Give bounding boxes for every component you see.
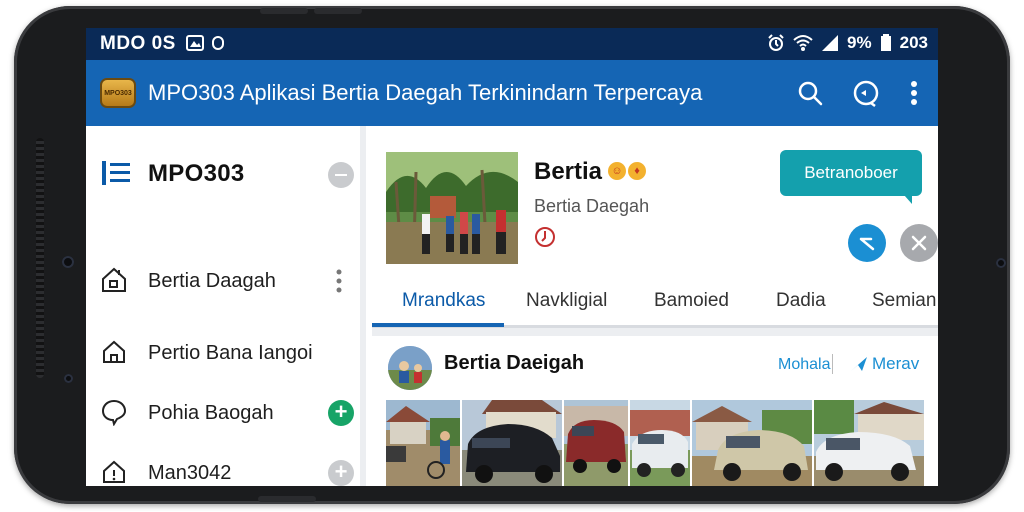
feed-photo[interactable] [814,400,924,486]
front-camera [62,256,74,268]
sidebar-item-bertia-daagah[interactable]: Bertia Daagah [86,256,360,306]
wifi-icon [793,35,813,51]
nfc-icon [212,36,225,50]
battery-icon [880,34,891,51]
more-vert-icon[interactable] [900,79,928,107]
tab-indicator [372,323,504,327]
avatar[interactable] [388,346,432,390]
cta-button[interactable]: Betranoboer [780,150,922,204]
sidebar-title: MPO303 [148,160,245,187]
feed-link-merav[interactable]: Merav [850,354,919,374]
power-button [314,8,362,14]
feed-photo[interactable] [462,400,562,486]
tab-navkligial[interactable]: Navkligial [526,290,607,312]
home-icon [102,267,126,292]
signal-icon [822,35,839,51]
alarm-icon [768,34,784,51]
sidebar-item-label: Bertia Daagah [148,270,276,292]
divider [832,354,833,374]
main-content: Bertia ☺ ♦ Bertia Daegah Betranoboer Mra… [372,126,938,486]
emoji-badge-icon: ☺ [608,162,626,180]
post-thumbnail[interactable] [386,152,518,264]
battery-percent: 9% [847,33,872,52]
volume-button [260,8,308,14]
feed-photo[interactable] [564,400,628,486]
sidebar-item-label: Pertio Bana Iangoi [148,342,313,364]
app-title: MPO303 Aplikasi Bertia Daegah Terkininda… [148,80,703,105]
feed-photo[interactable] [386,400,460,486]
sidebar-item-pohia[interactable]: Pohia Baogah + [86,388,360,438]
feed-title: Bertia Daeigah [444,352,585,374]
tab-bamoied[interactable]: Bamoied [654,290,729,312]
house-outline-icon [103,340,125,363]
status-right: 9% 203 [767,33,928,53]
search-icon[interactable] [796,79,824,107]
add-button-disabled[interactable]: + [328,460,354,486]
close-icon [911,235,927,251]
speaker-grille [36,138,44,378]
location-pin-icon[interactable] [534,226,556,248]
collapse-button[interactable] [328,162,354,188]
sensor-right [996,258,1006,268]
menu-icon[interactable] [102,160,132,186]
status-left-text: MDO 0S [100,33,176,54]
chat-icon[interactable] [852,79,880,107]
feed-photo[interactable] [630,400,690,486]
add-button[interactable]: + [328,400,354,426]
app-logo[interactable]: MPO303 [100,78,136,108]
home-alert-icon [103,460,125,483]
tab-dadia[interactable]: Dadia [776,290,826,312]
app-bar: MPO303 MPO303 Aplikasi Bertia Daegah Ter… [86,60,938,126]
sidebar: MPO303 Bertia Daagah Pertio Bana Iangoi [86,126,366,486]
flame-badge-icon: ♦ [628,162,646,180]
more-vert-icon[interactable] [336,268,342,294]
side-button [258,496,316,502]
clock: 203 [899,33,928,52]
share-button[interactable] [848,224,886,262]
feed-link-label: Merav [872,354,920,373]
post-subtitle: Bertia Daegah [534,196,650,216]
screen: MDO 0S 9% 203 MPO303 MPO303 Aplikasi Ber… [86,28,938,486]
close-button[interactable] [900,224,938,262]
sidebar-item-pertio[interactable]: Pertio Bana Iangoi [86,328,360,378]
tab-bar: Mrandkas Navkligial Bamoied Dadia Semian [372,276,938,328]
feed-photo[interactable] [692,400,812,486]
feed-card: Bertia Daeigah Mohala Merav [372,336,938,486]
sidebar-item-label: Pohia Baogah [148,402,274,424]
status-bar: MDO 0S 9% 203 [86,28,938,60]
share-icon [859,237,875,251]
post-title: Bertia [534,158,603,185]
send-icon [851,357,867,371]
gallery-icon [185,35,204,51]
sensor [64,374,73,383]
chat-bubble-icon [101,399,127,426]
post-card: Bertia ☺ ♦ Bertia Daegah Betranoboer Mra… [372,126,938,328]
status-left: MDO 0S [100,33,225,55]
feed-link-mohala[interactable]: Mohala [778,356,830,374]
tab-semian[interactable]: Semian [872,290,936,312]
post-badges: ☺ ♦ [608,162,646,180]
tab-mrandkas[interactable]: Mrandkas [402,290,485,312]
sidebar-item-label: Man3042 [148,462,232,484]
sidebar-item-man3042[interactable]: Man3042 + [86,448,360,486]
